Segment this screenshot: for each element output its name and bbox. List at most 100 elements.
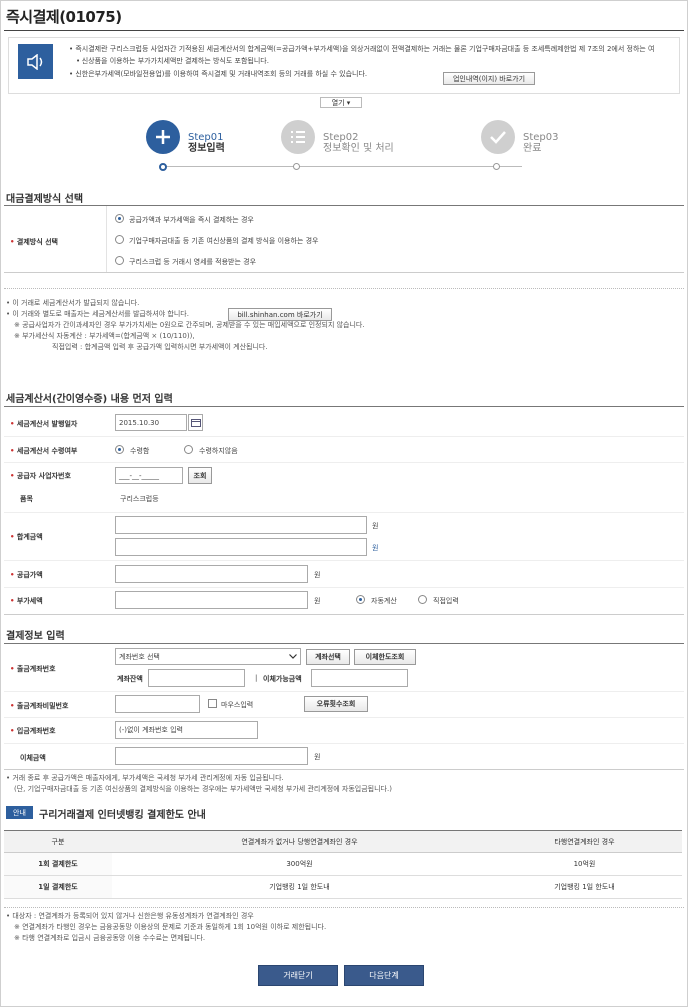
payment-note-2: (단, 기업구매자금대출 등 기존 여신상품의 결제방식을 이용하는 경우에는 … [14,785,392,793]
notice-line-2: 신한은부가세액(모바일전용업)를 이용하여 즉시결제 및 거래내역조회 등의 거… [75,70,368,78]
bottom-note-1: 대상자 : 연결계좌가 등록되어 있지 않거나 신한은행 유동성계좌가 연결계좌… [12,912,254,920]
in-account-label: 입금계좌번호 [10,726,56,736]
table-header: 연결계좌가 없거나 당행연결계좌인 경우 [112,830,487,853]
password-input[interactable] [115,695,200,713]
method-option-3: 구리스크럽 등 거래시 영세를 적용받는 경우 [129,258,257,266]
step-line [166,166,522,167]
receive-no-radio[interactable] [184,445,193,454]
bottom-note-3: ※ 타행 연결계좌로 입금시 금융공동망 이용 수수료는 면제됩니다. [14,934,206,942]
total-unit-2: 원 [372,544,379,552]
table-cell: 1회 결제한도 [4,852,112,876]
info-note-4: ※ 부가세산식 자동계산 : 부가세액=(합계금액 × (10/110)), [14,332,195,340]
notice-link-button[interactable]: 업인내역(이지) 바로가기 [443,72,535,85]
divider [4,462,684,463]
divider [4,288,684,289]
table-row: 1회 결제한도 300억원 10억원 [4,852,682,876]
item-value: 구리스크럽등 [120,495,159,503]
divider [4,587,684,588]
next-step-button[interactable]: 다음단계 [344,965,424,986]
step2-ko: 정보확인 및 처리 [323,143,394,154]
bill-link-button[interactable]: bill.shinhan.com 바로가기 [228,308,332,321]
step1-dot [159,163,167,171]
divider [4,560,684,561]
calendar-icon[interactable] [188,414,203,431]
supply-label: 공급가액 [10,570,43,580]
cancel-button[interactable]: 거래닫기 [258,965,338,986]
step3-ko: 완료 [523,143,542,154]
account-select-button[interactable]: 계좌선택 [306,649,350,665]
in-account-input[interactable]: (-)없이 계좌번호 입력 [115,721,258,739]
chevron-down-icon [289,654,297,659]
total-unit-1: 원 [372,522,379,530]
step3-en: Step03 [523,132,559,143]
payment-notes: • 거래 종료 후 공급가액은 매출자에게, 부가세액은 국세청 부가세 관리계… [6,774,392,793]
biz-no-label: 공급자 사업자번호 [10,471,71,481]
info-notes: • 이 거래로 세금계산서가 발급되지 않습니다. • 이 거래와 별도로 매출… [6,299,365,351]
step1-ko: 정보입력 [188,143,225,154]
notice-list: 즉시결제란 구리스크럽등 사업자간 기적용된 세금계산서의 합계금액(=공급가액… [69,43,654,81]
vat-input[interactable] [115,591,308,609]
total-input-2[interactable] [115,538,367,556]
open-toggle-button[interactable]: 열기 ▾ [320,97,362,108]
divider [4,717,684,718]
auto-calc-radio[interactable] [356,595,365,604]
divider [4,272,684,273]
page-title: 즉시결제(01075) [6,8,122,26]
method-radio-3[interactable] [115,256,124,265]
step3-label: Step03 완료 [523,132,559,154]
manual-input-radio[interactable] [418,595,427,604]
limit-table: 구분 연결계좌가 없거나 당행연결계좌인 경우 타행연결계좌인 경우 1회 결제… [4,830,682,899]
vat-unit: 원 [314,597,321,605]
total-input-1[interactable] [115,516,367,534]
divider [4,769,684,770]
biz-lookup-button[interactable]: 조회 [188,467,212,484]
payment-info-title: 결제정보 입력 [6,631,65,642]
bottom-notes: • 대상자 : 연결계좌가 등록되어 있지 않거나 신한은행 유동성계좌가 연결… [6,912,327,942]
table-header: 타행연결계좌인 경우 [486,830,682,853]
password-label: 출금계좌비밀번호 [10,701,69,711]
method-radio-1[interactable] [115,214,124,223]
payment-method-label: 결제방식 선택 [10,237,58,247]
divider [4,907,684,908]
info-note-5: 직접입력 : 합계금액 입력 후 공급가액 입력하시면 부가세액이 계산됩니다. [52,343,268,351]
auto-calc-text: 자동계산 [371,597,397,605]
pipe-divider: | [255,674,258,682]
notice-line-1b-item: • 신상품을 이용하는 부가가치세액만 결제하는 방식도 포함됩니다. [69,55,654,68]
step1-label: Step01 정보입력 [188,132,225,154]
transfer-amount-label: 이체금액 [20,754,46,762]
step3-dot [493,163,500,170]
table-row: 1일 결제한도 기업뱅킹 1일 한도내 기업뱅킹 1일 한도내 [4,875,682,899]
limit-title: 구리거래결제 인터넷뱅킹 결제한도 안내 [39,810,206,821]
supply-input[interactable] [115,565,308,583]
out-account-select[interactable]: 계좌번호 선택 [115,648,301,665]
available-field [311,669,408,687]
transfer-limit-button[interactable]: 이체한도조회 [354,649,416,665]
mouse-input-text: 마우스입력 [221,701,254,709]
receive-yes-radio[interactable] [115,445,124,454]
supply-unit: 원 [314,571,321,579]
table-cell: 기업뱅킹 1일 한도내 [486,875,682,899]
biz-no-input[interactable]: ___-__-_____ [115,467,183,484]
divider [4,436,684,437]
transfer-amount-field [115,747,308,765]
info-note-1: 이 거래로 세금계산서가 발급되지 않습니다. [12,299,140,307]
manual-input-text: 직접입력 [433,597,459,605]
issue-date-input[interactable]: 2015.10.30 [115,414,187,431]
table-cell: 1일 결제한도 [4,875,112,899]
divider [4,512,684,513]
method-radio-2[interactable] [115,235,124,244]
table-cell: 10억원 [486,852,682,876]
error-count-button[interactable]: 오류횟수조회 [304,696,368,712]
step-indicator: Step01 정보입력 Step02 정보확인 및 처리 Step03 완료 [0,110,688,175]
divider [4,691,684,692]
payment-note-1: 거래 종료 후 공급가액은 매출자에게, 부가세액은 국세청 부가세 관리계정에… [12,774,284,782]
method-option-2: 기업구매자금대출 등 기존 여신상품의 결제 방식을 이용하는 경우 [129,237,319,245]
receive-yes-text: 수령함 [130,447,150,455]
payment-method-title: 대금결제방식 선택 [6,194,84,205]
vat-label: 부가세액 [10,596,43,606]
out-account-label: 출금계좌번호 [10,664,56,674]
divider [106,206,107,272]
mouse-input-checkbox[interactable] [208,699,217,708]
transfer-amount-unit: 원 [314,753,321,761]
title-divider [4,30,684,31]
